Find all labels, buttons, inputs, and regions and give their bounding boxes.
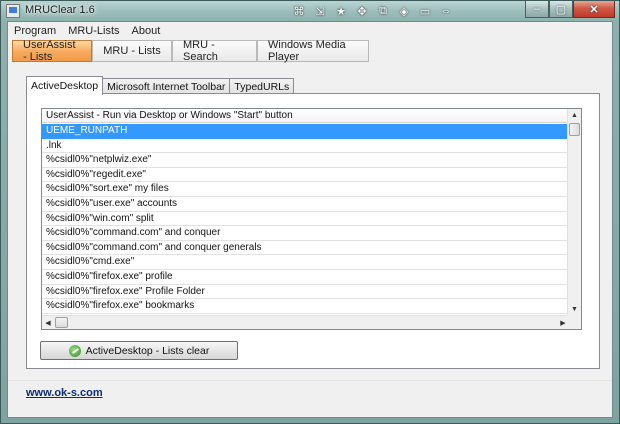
list-item[interactable]: %csidl0%"sort.exe" my files xyxy=(42,182,567,197)
scrollbar-corner xyxy=(567,315,581,329)
copy-window-icon[interactable]: ⧉ xyxy=(373,3,393,19)
list-item[interactable]: %csidl0%"command.com" and conquer genera… xyxy=(42,241,567,256)
title-tools: ⌘ ⇲ ★ ✥ ⧉ ◈ ▭ ⇔ xyxy=(289,3,457,19)
list-item[interactable]: %csidl0%"firefox.exe" Profile Folder xyxy=(42,285,567,300)
tab-mru-search[interactable]: MRU - Search xyxy=(172,39,257,63)
horizontal-scrollbar[interactable]: ◀ ▶ xyxy=(42,315,569,329)
menu-program[interactable]: Program xyxy=(8,23,62,39)
tab-panel: UserAssist - Run via Desktop or Windows … xyxy=(26,93,600,369)
tab-typedurls[interactable]: TypedURLs xyxy=(229,78,295,94)
tab-mru-lists[interactable]: MRU - Lists xyxy=(92,40,172,62)
transparency-icon[interactable]: ◈ xyxy=(394,3,414,19)
scroll-down-icon[interactable]: ▼ xyxy=(568,303,581,315)
list-item[interactable]: %csidl0%"win.com" split xyxy=(42,212,567,227)
list-item[interactable]: %csidl0%"firefox.exe" bookmarks xyxy=(42,299,567,314)
title-bar[interactable]: MRUClear 1.6 ⌘ ⇲ ★ ✥ ⧉ ◈ ▭ ⇔ – ▢ ✕ xyxy=(1,1,619,21)
list-item[interactable]: %csidl0%"command.com" and conquer xyxy=(42,226,567,241)
main-toolbar: UserAssist - Lists MRU - Lists MRU - Sea… xyxy=(12,39,369,64)
list-item[interactable]: %csidl0%"netplwiz.exe" xyxy=(42,153,567,168)
list-item[interactable]: UEME_RUNPATH xyxy=(42,124,567,139)
list-item[interactable]: .lnk xyxy=(42,139,567,154)
tab-activedesktop[interactable]: ActiveDesktop xyxy=(26,76,104,95)
list-item[interactable]: %csidl0%"regedit.exe" xyxy=(42,168,567,183)
window-controls: – ▢ ✕ xyxy=(525,1,615,18)
tab-windows-media-player[interactable]: Windows Media Player xyxy=(257,39,369,63)
window-title: MRUClear 1.6 xyxy=(25,4,95,16)
scroll-up-icon[interactable]: ▲ xyxy=(568,109,581,121)
scroll-left-icon[interactable]: ◀ xyxy=(42,316,54,329)
list-item[interactable]: %csidl0%"firefox.exe" profile xyxy=(42,270,567,285)
menu-about[interactable]: About xyxy=(126,23,167,39)
recycle-icon xyxy=(68,344,81,357)
pin-icon[interactable]: ⌘ xyxy=(289,3,309,19)
app-window: MRUClear 1.6 ⌘ ⇲ ★ ✥ ⧉ ◈ ▭ ⇔ – ▢ ✕ Progr… xyxy=(0,0,620,424)
stretch-icon[interactable]: ⇔ xyxy=(436,3,456,19)
menu-bar: Program MRU-Lists About xyxy=(8,23,166,39)
website-link[interactable]: www.ok-s.com xyxy=(26,387,103,399)
maximize-button[interactable]: ▢ xyxy=(549,1,573,18)
tab-userassist-lists[interactable]: UserAssist - Lists xyxy=(12,39,92,63)
footer-divider xyxy=(8,380,612,381)
horizontal-scroll-thumb[interactable] xyxy=(55,317,68,328)
activedesktop-clear-button[interactable]: ActiveDesktop - Lists clear xyxy=(40,341,238,360)
minimize-button[interactable]: – xyxy=(525,1,549,18)
app-icon[interactable] xyxy=(6,4,20,18)
list-item[interactable]: %csidl0%"cmd.exe" xyxy=(42,255,567,270)
star-icon[interactable]: ★ xyxy=(331,3,351,19)
close-button[interactable]: ✕ xyxy=(573,1,615,18)
list-item[interactable]: %csidl0%"user.exe" accounts xyxy=(42,197,567,212)
vertical-scrollbar[interactable]: ▲ ▼ xyxy=(567,109,581,315)
list-rows: UEME_RUNPATH .lnk %csidl0%"netplwiz.exe"… xyxy=(42,124,567,314)
client-area: Program MRU-Lists About UserAssist - Lis… xyxy=(7,21,613,418)
clear-button-label: ActiveDesktop - Lists clear xyxy=(85,344,210,357)
frame-icon[interactable]: ▭ xyxy=(415,3,435,19)
list-column-header[interactable]: UserAssist - Run via Desktop or Windows … xyxy=(42,109,567,123)
vertical-scroll-thumb[interactable] xyxy=(569,123,580,136)
menu-mru-lists[interactable]: MRU-Lists xyxy=(62,23,125,39)
move-icon[interactable]: ✥ xyxy=(352,3,372,19)
sub-tabstrip: ActiveDesktop Microsoft Internet Toolbar… xyxy=(26,76,295,95)
resize-icon[interactable]: ⇲ xyxy=(310,3,330,19)
userassist-list[interactable]: UserAssist - Run via Desktop or Windows … xyxy=(41,108,582,330)
tab-microsoft-internet-toolbar[interactable]: Microsoft Internet Toolbar xyxy=(102,78,231,94)
